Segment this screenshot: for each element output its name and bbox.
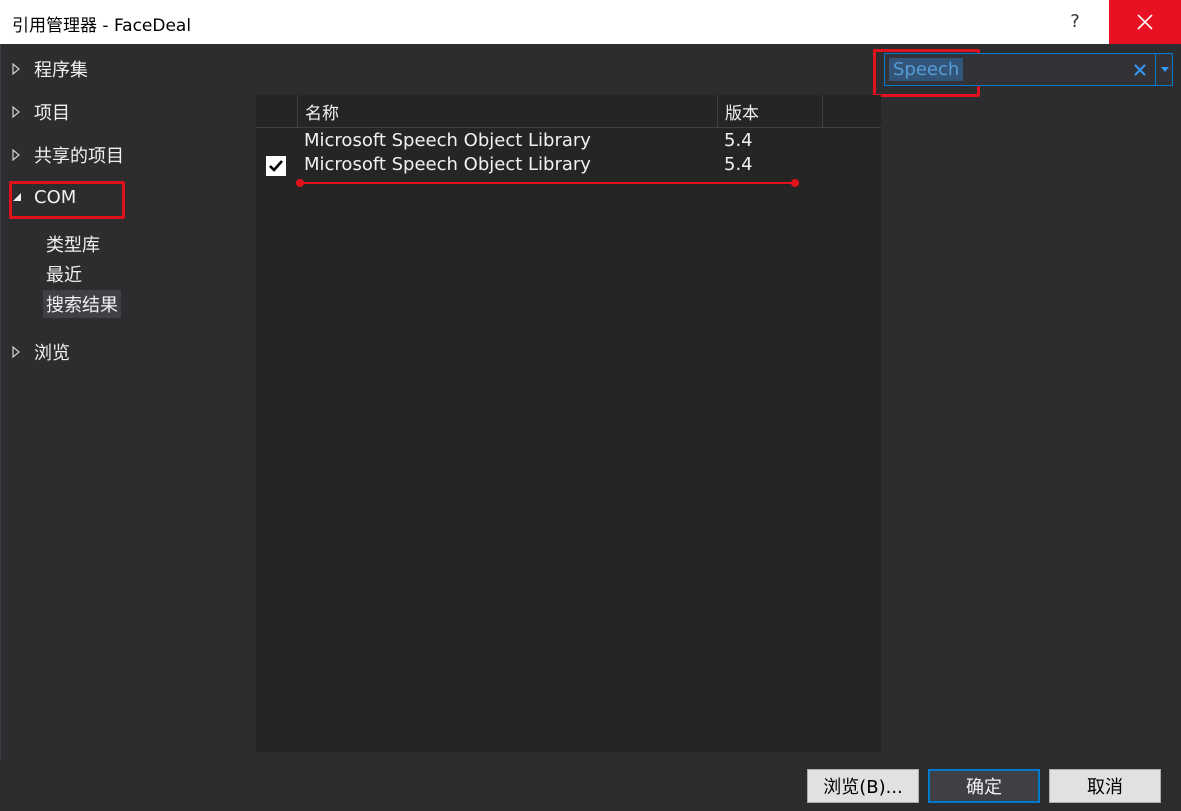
tree-item-label: 共享的项目 — [34, 146, 124, 167]
tree-item-recent[interactable]: 最近 — [46, 260, 82, 288]
library-name: Microsoft Speech Object Library — [304, 154, 591, 175]
include-checkbox[interactable] — [266, 156, 286, 176]
column-header-check[interactable] — [256, 95, 298, 127]
clear-search-button[interactable] — [1129, 57, 1151, 83]
cancel-button[interactable]: 取消 — [1049, 769, 1161, 803]
tree-item-search-results[interactable]: 搜索结果 — [43, 290, 121, 318]
tree-item-label: 项目 — [34, 103, 70, 124]
column-header-name[interactable]: 名称 — [298, 95, 718, 127]
list-row[interactable]: Microsoft Speech Object Library 5.4 — [256, 154, 881, 178]
tree-item-assemblies[interactable]: 程序集 — [12, 55, 88, 83]
library-version: 5.4 — [724, 130, 753, 151]
results-list: 名称 版本 Microsoft Speech Object Library 5.… — [256, 95, 881, 752]
close-button[interactable] — [1109, 0, 1181, 44]
close-icon — [1137, 14, 1153, 30]
search-box[interactable]: Speech — [884, 53, 1173, 86]
search-input[interactable]: Speech — [889, 58, 964, 81]
library-version: 5.4 — [724, 154, 753, 175]
help-button[interactable]: ? — [1060, 0, 1090, 44]
tree-item-browse[interactable]: 浏览 — [12, 338, 70, 366]
library-name: Microsoft Speech Object Library — [304, 130, 591, 151]
chevron-right-icon — [12, 149, 22, 161]
tree-item-type-libraries[interactable]: 类型库 — [46, 230, 100, 258]
title-bar: 引用管理器 - FaceDeal ? — [0, 0, 1181, 44]
chevron-down-icon — [1160, 67, 1169, 72]
ok-button[interactable]: 确定 — [928, 769, 1040, 803]
checkmark-icon — [269, 160, 283, 172]
browse-button[interactable]: 浏览(B)... — [807, 769, 919, 803]
column-header-version[interactable]: 版本 — [718, 95, 823, 127]
tree-item-label: 程序集 — [34, 60, 88, 81]
highlight-box-com — [9, 181, 125, 219]
window-title: 引用管理器 - FaceDeal — [12, 16, 192, 36]
chevron-right-icon — [12, 346, 22, 358]
list-header: 名称 版本 — [256, 95, 881, 128]
chevron-right-icon — [12, 63, 22, 75]
annotation-underline — [296, 179, 799, 187]
tree-item-label: 浏览 — [34, 343, 70, 364]
tree-item-shared-projects[interactable]: 共享的项目 — [12, 141, 124, 169]
tree-item-projects[interactable]: 项目 — [12, 98, 70, 126]
list-row[interactable]: Microsoft Speech Object Library 5.4 — [256, 130, 881, 154]
category-tree: 程序集 项目 共享的项目 COM 类型库 最近 搜索结果 浏览 — [0, 44, 256, 760]
close-icon — [1134, 64, 1146, 76]
search-dropdown-button[interactable] — [1155, 54, 1173, 85]
chevron-right-icon — [12, 106, 22, 118]
